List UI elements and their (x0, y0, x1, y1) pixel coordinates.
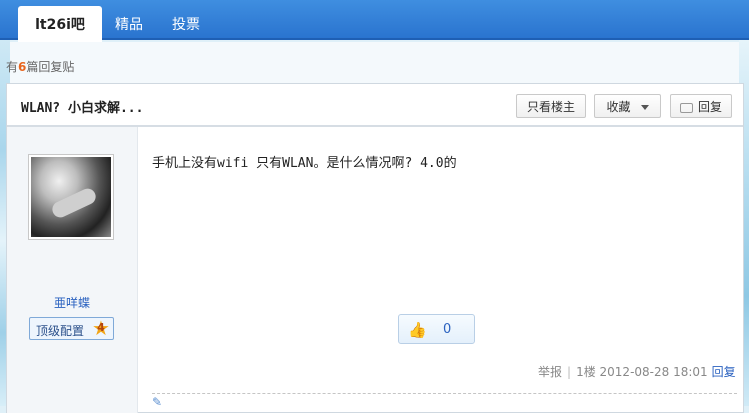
tab-featured[interactable]: 精品 (101, 10, 157, 40)
thumbs-up-icon: 👍 (408, 321, 427, 339)
thread-panel: WLAN? 小白求解... 只看楼主 收藏 回复 亜咩蝶 顶级配置 ★ 4 手机… (6, 83, 744, 413)
reply-count-prefix: 有 (6, 60, 19, 74)
post-footer: 举报 | 1楼 2012-08-28 18:01 回复 (538, 363, 736, 380)
chevron-down-icon (640, 105, 649, 110)
like-count: 0 (443, 322, 452, 337)
tab-forum-home[interactable]: lt26i吧 (18, 6, 102, 42)
comment-bubble-icon (679, 102, 693, 113)
reply-count-suffix: 篇回复贴 (26, 60, 75, 74)
footer-divider: | (567, 365, 572, 379)
level-label: 顶级配置 (36, 324, 85, 338)
thread-title: WLAN? 小白求解... (21, 101, 144, 116)
author-level-badge[interactable]: 顶级配置 ★ 4 (29, 317, 114, 340)
avatar[interactable] (28, 154, 114, 240)
tab-vote[interactable]: 投票 (158, 10, 214, 40)
author-sidebar: 亜咩蝶 顶级配置 ★ 4 (7, 127, 138, 413)
divider (152, 393, 737, 394)
avatar-image (31, 157, 111, 237)
report-link[interactable]: 举报 (538, 365, 562, 379)
like-button[interactable]: 👍 0 (398, 314, 475, 344)
reply-count-text: 有6篇回复贴 (6, 58, 74, 75)
author-name[interactable]: 亜咩蝶 (7, 294, 137, 311)
level-number: 4 (97, 321, 105, 334)
reply-button[interactable]: 回复 (670, 94, 732, 118)
favorite-label: 收藏 (606, 100, 631, 114)
pencil-icon[interactable]: ✎ (152, 395, 162, 409)
reply-button-label: 回复 (697, 100, 722, 114)
favorite-button[interactable]: 收藏 (594, 94, 661, 118)
post-reply-link[interactable]: 回复 (712, 365, 736, 379)
thread-header: WLAN? 小白求解... 只看楼主 收藏 回复 (7, 84, 743, 127)
only-author-button[interactable]: 只看楼主 (516, 94, 586, 118)
post-content: 手机上没有wifi 只有WLAN。是什么情况啊? 4.0的 (152, 156, 457, 171)
post-timestamp: 2012-08-28 18:01 (599, 365, 708, 379)
floor-number: 1楼 (576, 365, 596, 379)
top-nav: lt26i吧 精品 投票 (0, 0, 749, 42)
